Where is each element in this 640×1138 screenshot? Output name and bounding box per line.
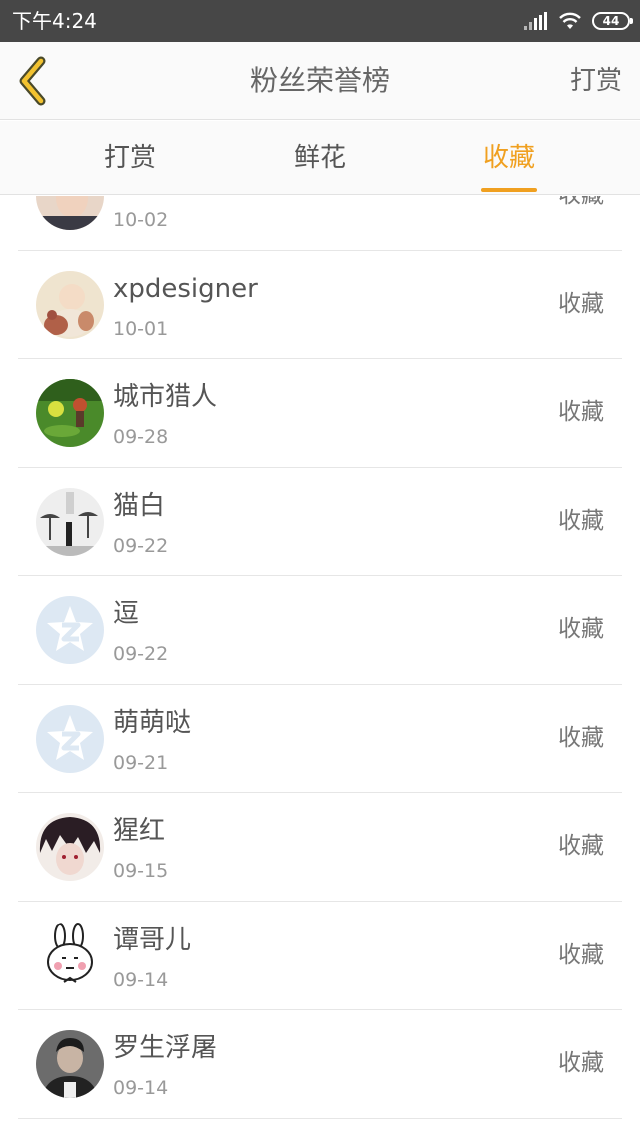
fan-action-label: 收藏 <box>558 616 604 642</box>
fan-row[interactable]: 城市猎人 09-28 收藏 <box>0 359 640 468</box>
avatar[interactable] <box>36 704 104 773</box>
fan-date: 09-14 <box>113 1077 169 1099</box>
status-icons: 44 <box>524 10 633 32</box>
avatar[interactable] <box>36 270 104 339</box>
fan-action-label: 收藏 <box>558 724 604 751</box>
tab-bar: 打赏 鲜花 收藏 <box>0 121 640 195</box>
fan-name: 猫白 <box>113 490 166 521</box>
avatar[interactable] <box>36 921 104 990</box>
fan-action-label: 收藏 <box>558 196 604 210</box>
fan-list[interactable]: 蝉儿10-02收藏xpdesigner10-01收藏城市猎人09-28收藏猫白0… <box>0 196 640 1138</box>
fan-row[interactable]: 猫白 09-22 收藏 <box>0 468 640 577</box>
status-time: 下午4:24 <box>12 9 97 33</box>
fan-action-label: 收藏 <box>558 1050 604 1076</box>
wifi-icon <box>559 12 581 29</box>
tab-favorites-label: 收藏 <box>482 143 535 173</box>
fan-row[interactable]: 逗 09-22 收藏 <box>0 576 640 685</box>
tab-flowers[interactable]: 鲜花 <box>260 121 380 195</box>
tab-active-indicator <box>481 188 537 192</box>
battery-level: 44 <box>602 14 620 28</box>
tab-favorites[interactable]: 收藏 <box>449 121 569 195</box>
fan-date: 09-21 <box>113 751 169 774</box>
status-bar: 下午4:24 44 <box>0 0 640 42</box>
page-title: 粉丝荣誉榜 <box>249 64 390 97</box>
fan-date: 09-22 <box>113 643 169 665</box>
fan-action-label: 收藏 <box>558 941 604 968</box>
avatar[interactable] <box>36 813 104 881</box>
fan-row[interactable]: 蝉儿10-02收藏 <box>0 196 640 251</box>
fan-name: 城市猎人 <box>113 382 218 412</box>
fan-row[interactable]: 罗生浮屠 09-14 收藏 <box>0 1010 640 1119</box>
avatar[interactable] <box>36 596 104 664</box>
fan-date: 09-28 <box>113 426 169 448</box>
fan-row[interactable]: 谭哥儿 09-14 收藏 <box>0 902 640 1011</box>
fan-name: 萌萌哒 <box>113 707 192 738</box>
fan-date: 09-14 <box>113 968 169 991</box>
fan-name: xpdesigner <box>113 273 258 304</box>
avatar[interactable] <box>36 487 104 556</box>
nav-bar: 粉丝荣誉榜 打赏 <box>0 42 640 120</box>
fan-action-label: 收藏 <box>558 507 604 534</box>
fan-action-label: 收藏 <box>558 399 604 425</box>
fan-date: 09-22 <box>113 534 169 557</box>
fan-row[interactable]: xpdesigner 10-01 收藏 <box>0 251 640 360</box>
fan-row[interactable]: 萌萌哒 09-21 收藏 <box>0 685 640 794</box>
avatar[interactable] <box>36 1030 104 1098</box>
tab-reward[interactable]: 打赏 <box>70 121 190 195</box>
avatar[interactable] <box>36 379 104 447</box>
fan-name: 逗 <box>113 599 140 629</box>
fan-action-label: 收藏 <box>558 833 604 859</box>
reward-button[interactable]: 打赏 <box>570 42 622 120</box>
battery-icon: 44 <box>592 12 633 30</box>
avatar[interactable] <box>36 196 104 230</box>
fan-date: 09-15 <box>113 860 169 882</box>
fan-row[interactable]: 猩红 09-15 收藏 <box>0 793 640 902</box>
fan-date: 10-02 <box>113 209 169 231</box>
fan-name: 谭哥儿 <box>113 924 192 955</box>
signal-icon <box>524 12 548 30</box>
fan-name: 猩红 <box>113 816 166 846</box>
fan-date: 10-01 <box>113 317 169 340</box>
fan-action-label: 收藏 <box>558 290 604 317</box>
fan-name: 罗生浮屠 <box>113 1033 218 1063</box>
